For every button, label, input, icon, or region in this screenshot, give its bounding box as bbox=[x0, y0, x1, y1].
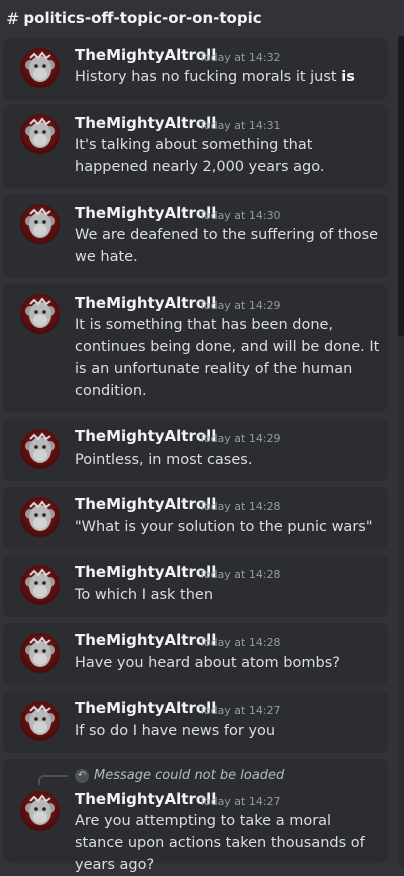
message-card[interactable]: TheMightyAltroll Today at 14:32 History … bbox=[3, 38, 388, 100]
message-card[interactable]: TheMightyAltroll Today at 14:29 It is so… bbox=[3, 284, 388, 412]
monkey-avatar-icon[interactable] bbox=[20, 701, 60, 741]
monkey-avatar-icon[interactable] bbox=[20, 633, 60, 673]
message-author[interactable]: TheMightyAltroll bbox=[75, 204, 216, 222]
message-content: Have you heard about atom bombs? bbox=[75, 655, 340, 671]
message-content: History has no fucking morals it just is bbox=[75, 66, 380, 88]
message-author[interactable]: TheMightyAltroll bbox=[75, 46, 216, 64]
message-text: History has no fucking morals it just bbox=[75, 69, 342, 85]
message-card[interactable]: TheMightyAltroll Today at 14:29 Pointles… bbox=[3, 419, 388, 481]
scrollbar-thumb[interactable] bbox=[398, 36, 404, 336]
message-timestamp: Today at 14:27 bbox=[199, 795, 281, 808]
channel-name[interactable]: politics-off-topic-or-on-topic bbox=[23, 9, 261, 27]
message-card[interactable]: ↶ Message could not be loaded TheMightyA… bbox=[3, 759, 388, 873]
message-timestamp: Today at 14:32 bbox=[199, 51, 281, 64]
message-card[interactable]: TheMightyAltroll Today at 14:30 We are d… bbox=[3, 194, 388, 278]
message-timestamp: Today at 14:28 bbox=[199, 568, 281, 581]
message-content: Pointless, in most cases. bbox=[75, 452, 253, 468]
message-card[interactable]: TheMightyAltroll Today at 14:28 "What is… bbox=[3, 487, 388, 549]
message-author[interactable]: TheMightyAltroll bbox=[75, 699, 216, 717]
message-timestamp: Today at 14:29 bbox=[199, 432, 281, 445]
message-author[interactable]: TheMightyAltroll bbox=[75, 495, 216, 513]
reply-preview[interactable]: Message could not be loaded bbox=[94, 768, 284, 783]
message-content: It is something that has been done, cont… bbox=[75, 317, 380, 399]
message-timestamp: Today at 14:27 bbox=[199, 704, 281, 717]
monkey-avatar-icon[interactable] bbox=[20, 294, 60, 334]
message-content: If so do I have news for you bbox=[75, 723, 276, 739]
message-author[interactable]: TheMightyAltroll bbox=[75, 563, 216, 581]
message-card[interactable]: TheMightyAltroll Today at 14:28 Have you… bbox=[3, 623, 388, 685]
message-author[interactable]: TheMightyAltroll bbox=[75, 631, 216, 649]
message-timestamp: Today at 14:31 bbox=[199, 119, 281, 132]
channel-header: # politics-off-topic-or-on-topic bbox=[0, 0, 404, 36]
message-card[interactable]: TheMightyAltroll Today at 14:27 If so do… bbox=[3, 691, 388, 753]
monkey-avatar-icon[interactable] bbox=[20, 791, 60, 831]
message-content: Are you attempting to take a moral stanc… bbox=[75, 813, 365, 873]
monkey-avatar-icon[interactable] bbox=[20, 114, 60, 154]
message-author[interactable]: TheMightyAltroll bbox=[75, 294, 216, 312]
message-card[interactable]: TheMightyAltroll Today at 14:28 To which… bbox=[3, 555, 388, 617]
reply-connector bbox=[38, 775, 68, 785]
message-timestamp: Today at 14:28 bbox=[199, 636, 281, 649]
message-author[interactable]: TheMightyAltroll bbox=[75, 790, 216, 808]
message-content: "What is your solution to the punic wars… bbox=[75, 519, 373, 535]
monkey-avatar-icon[interactable] bbox=[20, 48, 60, 88]
message-card[interactable]: TheMightyAltroll Today at 14:31 It's tal… bbox=[3, 104, 388, 188]
message-author[interactable]: TheMightyAltroll bbox=[75, 427, 216, 445]
monkey-avatar-icon[interactable] bbox=[20, 497, 60, 537]
message-content: To which I ask then bbox=[75, 587, 214, 603]
message-content: It's talking about something that happen… bbox=[75, 137, 325, 175]
monkey-avatar-icon[interactable] bbox=[20, 204, 60, 244]
message-bold-text: is bbox=[341, 69, 355, 85]
message-timestamp: Today at 14:29 bbox=[199, 299, 281, 312]
message-timestamp: Today at 14:30 bbox=[199, 209, 281, 222]
monkey-avatar-icon[interactable] bbox=[20, 565, 60, 605]
scrollbar[interactable] bbox=[398, 36, 404, 866]
message-author[interactable]: TheMightyAltroll bbox=[75, 114, 216, 132]
reply-arrow-icon: ↶ bbox=[75, 769, 89, 783]
message-content: We are deafened to the suffering of thos… bbox=[75, 227, 379, 265]
monkey-avatar-icon[interactable] bbox=[20, 429, 60, 469]
message-timestamp: Today at 14:28 bbox=[199, 500, 281, 513]
channel-hash-icon: # bbox=[6, 8, 20, 28]
